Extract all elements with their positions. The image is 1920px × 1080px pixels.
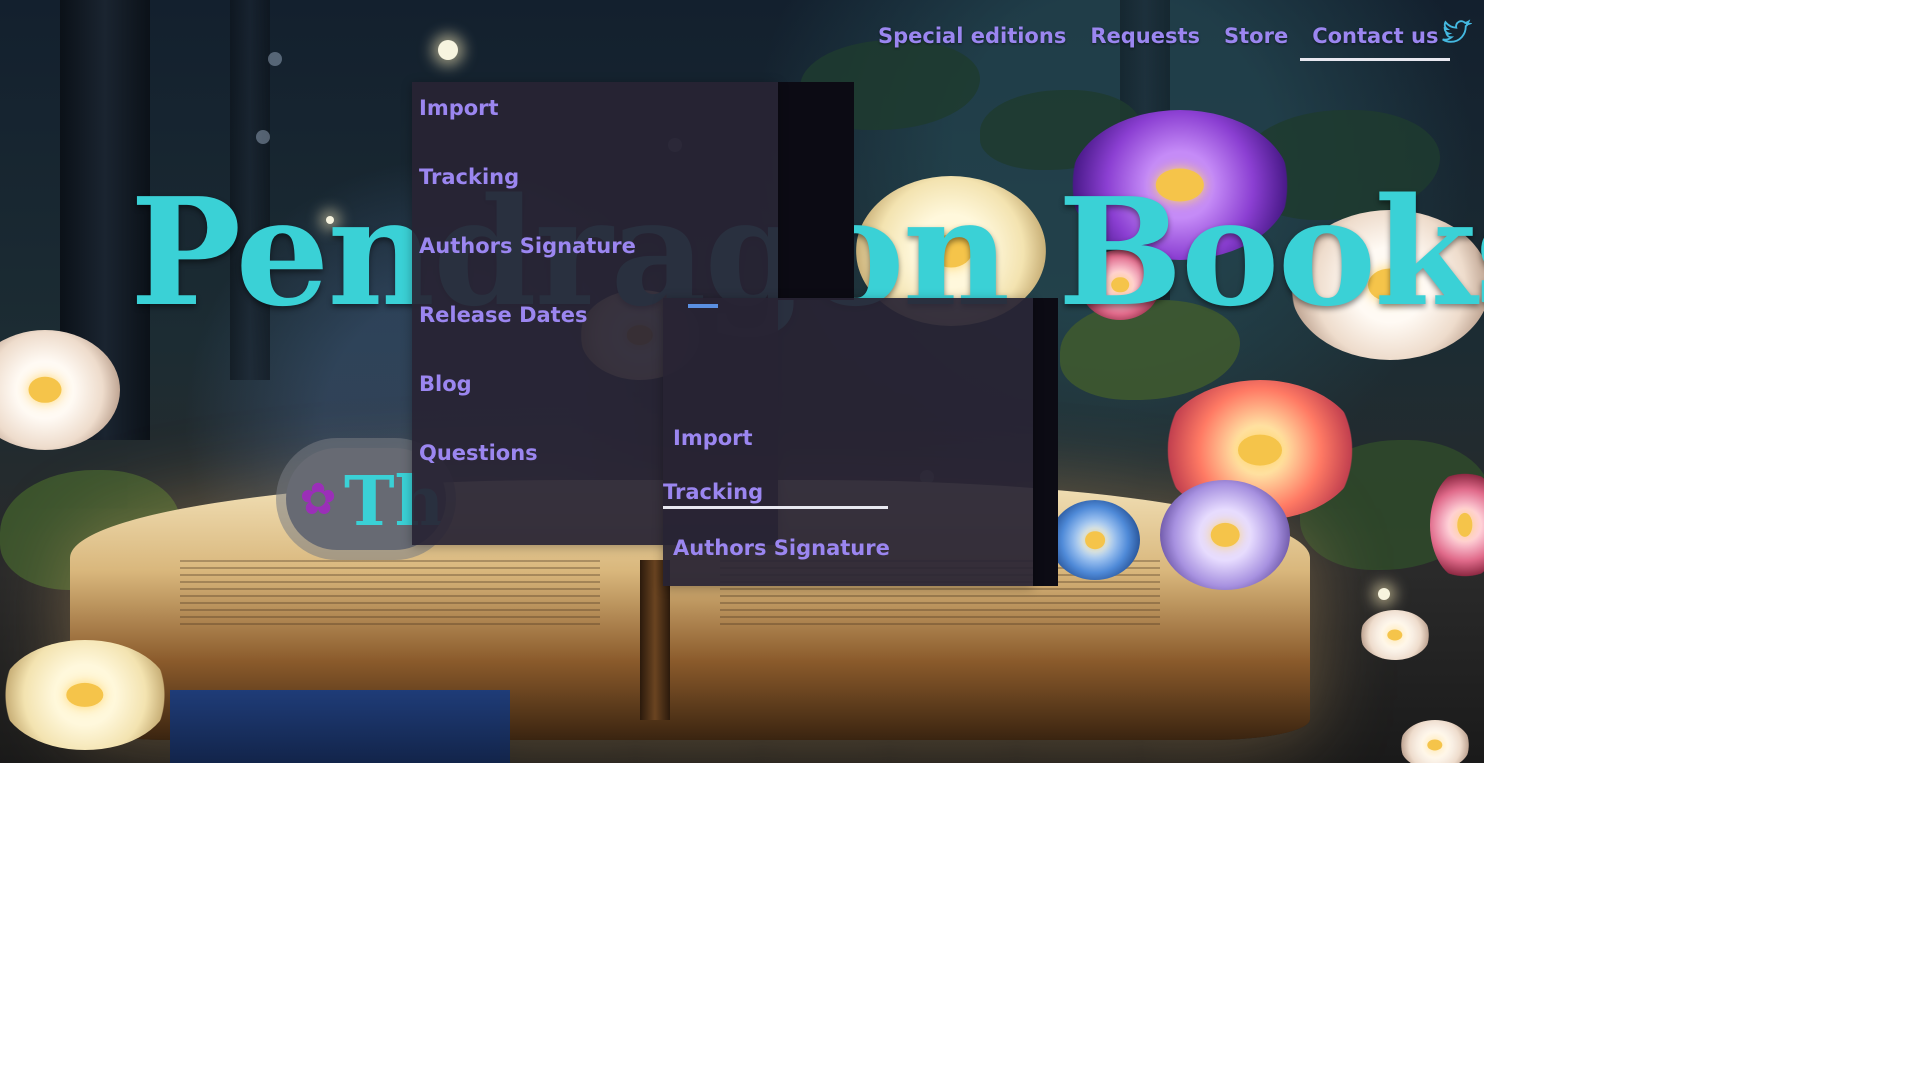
nav-link-contact-us[interactable]: Contact us <box>1300 20 1451 61</box>
book-text-lines <box>180 560 600 630</box>
menu-item-authors-signature[interactable]: Authors Signature <box>419 234 636 258</box>
menu-item-blog[interactable]: Blog <box>419 372 472 396</box>
menu-indicator <box>688 304 718 308</box>
book-cover <box>170 690 510 763</box>
nav-link-store[interactable]: Store <box>1212 20 1300 61</box>
nav-link-requests[interactable]: Requests <box>1078 20 1212 61</box>
twitter-icon[interactable] <box>1440 16 1473 48</box>
firefly-glow <box>1378 588 1390 600</box>
bokeh-light <box>268 52 282 66</box>
flower <box>0 640 170 750</box>
dropdown-shadow-edge <box>1033 298 1058 586</box>
nav-link-special-editions[interactable]: Special editions <box>866 20 1078 61</box>
menu-item-questions[interactable]: Questions <box>419 441 538 465</box>
top-navigation: Special editions Requests Store Contact … <box>866 20 1451 61</box>
menu-item-import[interactable]: Import <box>419 96 499 120</box>
flower <box>1160 480 1290 590</box>
dropdown-shadow-edge <box>778 82 854 300</box>
dropdown-menu-secondary: Import Tracking Authors Signature <box>663 298 1033 586</box>
flower <box>1400 720 1470 763</box>
flower <box>1050 500 1140 580</box>
flower-icon: ✿ <box>299 475 337 524</box>
flower <box>1360 610 1430 660</box>
menu-item-release-dates[interactable]: Release Dates <box>419 303 587 327</box>
bokeh-light <box>256 130 270 144</box>
firefly-glow <box>438 40 458 60</box>
submenu-item-import[interactable]: Import <box>673 426 753 450</box>
submenu-item-tracking[interactable]: Tracking <box>663 480 888 509</box>
menu-item-tracking[interactable]: Tracking <box>419 165 519 189</box>
submenu-item-authors-signature[interactable]: Authors Signature <box>673 536 890 560</box>
